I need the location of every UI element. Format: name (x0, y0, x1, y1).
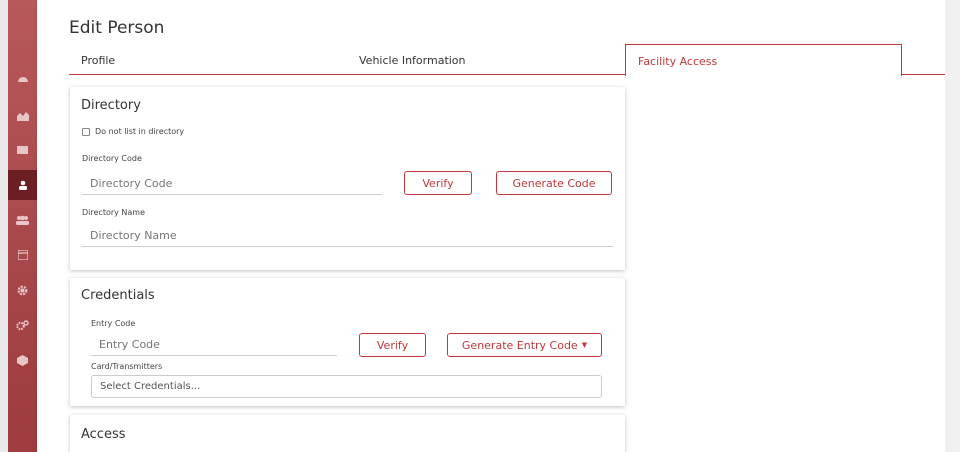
tab-vehicle-information[interactable]: Vehicle Information (359, 43, 466, 75)
access-title: Access (81, 427, 126, 442)
credentials-title: Credentials (81, 288, 155, 303)
tab-profile[interactable]: Profile (81, 43, 115, 75)
tab-underline-left (69, 74, 626, 75)
generate-entry-code-label: Generate Entry Code (461, 338, 578, 352)
directory-code-input[interactable] (82, 173, 382, 195)
gears-icon[interactable] (8, 310, 37, 340)
tab-facility-access[interactable]: Facility Access (625, 44, 902, 76)
directory-code-label: Directory Code (82, 154, 142, 163)
directory-title: Directory (81, 98, 141, 113)
generate-code-button[interactable]: Generate Code (496, 171, 612, 195)
do-not-list-checkbox[interactable] (82, 128, 90, 136)
entry-code-input[interactable] (91, 334, 337, 356)
directory-name-label: Directory Name (82, 208, 146, 217)
tab-bar: Profile Vehicle Information Facility Acc… (69, 43, 954, 77)
directory-card: Directory Do not list in directory Direc… (70, 87, 625, 270)
do-not-list-label: Do not list in directory (95, 127, 185, 136)
access-card: Access (70, 415, 625, 452)
right-background (945, 0, 960, 452)
main-panel: Edit Person Profile Vehicle Information … (37, 0, 954, 452)
left-background (0, 0, 8, 452)
card-transmitters-label: Card/Transmitters (91, 362, 163, 371)
credentials-card: Credentials Entry Code Verify Generate E… (70, 278, 625, 406)
directory-name-input[interactable] (82, 225, 613, 247)
caret-down-icon: ▼ (581, 341, 588, 349)
credentials-select[interactable]: Select Credentials... (91, 375, 602, 398)
entry-verify-button[interactable]: Verify (359, 333, 426, 357)
calendar-icon[interactable] (8, 240, 37, 270)
group-icon[interactable] (8, 205, 37, 235)
box-icon[interactable] (8, 345, 37, 375)
page-title: Edit Person (69, 18, 165, 38)
dashboard-icon[interactable] (8, 63, 37, 93)
entry-code-label: Entry Code (91, 319, 136, 328)
chart-icon[interactable] (8, 101, 37, 131)
sidebar (8, 0, 37, 452)
gear-icon[interactable] (8, 275, 37, 305)
person-icon[interactable] (8, 170, 37, 200)
generate-entry-code-button[interactable]: Generate Entry Code ▼ (447, 333, 602, 357)
directory-verify-button[interactable]: Verify (404, 171, 472, 195)
mail-icon[interactable] (8, 135, 37, 165)
